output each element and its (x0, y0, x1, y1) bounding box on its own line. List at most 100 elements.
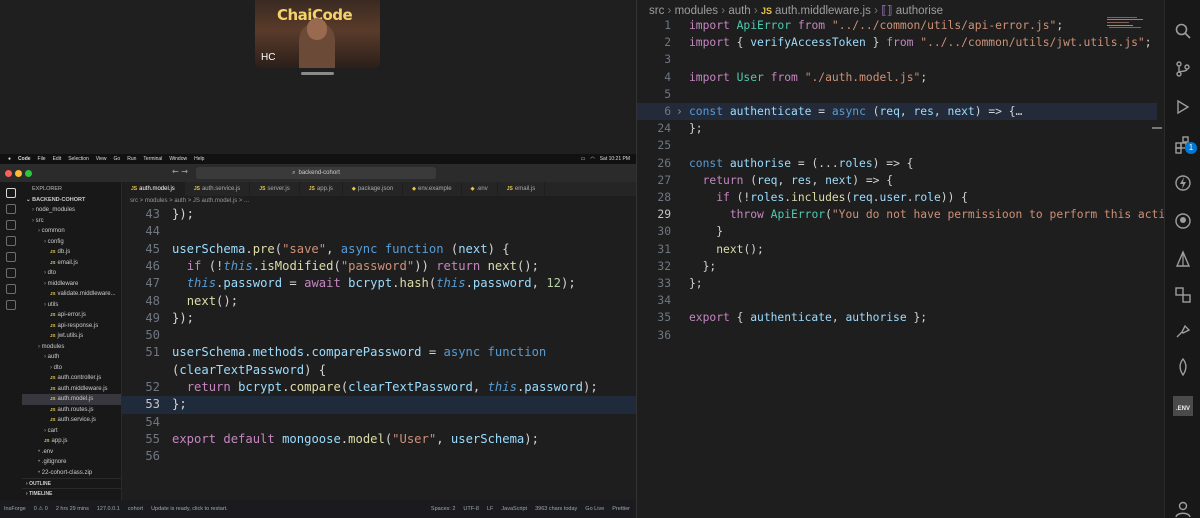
code-line[interactable]: 56 (122, 448, 636, 465)
tree-item[interactable]: JS auth.middleware.js (22, 384, 121, 395)
code-line[interactable]: 31 next(); (637, 241, 1157, 258)
status-prettier[interactable]: Prettier (612, 506, 630, 512)
code-line[interactable]: 24}; (637, 120, 1157, 137)
left-breadcrumb[interactable]: src > modules > auth > JS auth.model.js … (122, 196, 636, 206)
code-line[interactable]: (clearTextPassword) { (122, 362, 636, 379)
tree-item[interactable]: JS auth.routes.js (22, 405, 121, 416)
code-line[interactable]: 27 return (req, res, next) => { (637, 172, 1157, 189)
code-line[interactable]: 55 export default mongoose.model("User", … (122, 431, 636, 448)
tree-item[interactable]: › cart (22, 426, 121, 437)
env-icon[interactable]: .ENV (1173, 396, 1193, 416)
tree-item[interactable]: JS auth.controller.js (22, 373, 121, 384)
code-line[interactable]: 35 export { authenticate, authorise }; (637, 309, 1157, 326)
explorer-icon[interactable] (6, 188, 16, 198)
clock[interactable]: Sat 10:21 PM (600, 156, 630, 162)
menu-file[interactable]: File (38, 156, 46, 162)
editor-tab[interactable]: ◆ package.json (343, 182, 404, 196)
code-line[interactable]: 5 (637, 86, 1157, 103)
code-line[interactable]: 3 (637, 51, 1157, 68)
tree-item[interactable]: › dto (22, 268, 121, 279)
tree-item[interactable]: JS validate.middleware... (22, 289, 121, 300)
remote-explorer-icon[interactable] (1174, 286, 1192, 304)
code-line[interactable]: 53}; (122, 396, 636, 414)
code-line[interactable]: 4 import User from "./auth.model.js"; (637, 69, 1157, 86)
code-line[interactable]: 29 throw ApiError("You do not have permi… (637, 206, 1199, 223)
tree-item[interactable]: • 22-cohort-class.zip (22, 468, 121, 479)
source-control-icon[interactable] (6, 220, 16, 230)
menu-go[interactable]: Go (114, 156, 121, 162)
tree-item[interactable]: JS app.js (22, 436, 121, 447)
tree-item[interactable]: JS auth.service.js (22, 415, 121, 426)
docker-icon[interactable] (6, 284, 16, 294)
code-line[interactable]: 43}); (122, 206, 636, 223)
code-line[interactable]: 2 import { verifyAccessToken } from "../.… (637, 34, 1157, 51)
wifi-icon[interactable]: ◠ (590, 156, 594, 162)
code-line[interactable]: 34 (637, 292, 1157, 309)
status-language[interactable]: JavaScript (501, 506, 527, 512)
thunder-client-icon[interactable] (1174, 174, 1192, 192)
menu-help[interactable]: Help (194, 156, 204, 162)
close-window-button[interactable] (5, 169, 12, 177)
account-icon[interactable] (1174, 500, 1192, 518)
tree-item[interactable]: › dto (22, 363, 121, 374)
left-code-editor[interactable]: 43}); 44 45 userSchema.pre("save", async fu… (122, 206, 636, 500)
tree-item[interactable]: JS email.js (22, 258, 121, 269)
code-line[interactable]: 28 if (!roles.includes(req.user.role)) { (637, 189, 1157, 206)
tree-item[interactable]: › src (22, 216, 121, 227)
source-control-icon[interactable] (1174, 60, 1192, 78)
code-line[interactable]: 6 › const authenticate = async (req, res, … (637, 103, 1157, 121)
editor-tab[interactable]: ◆ env.example (403, 182, 462, 196)
tree-item[interactable]: • .gitignore (22, 457, 121, 468)
status-branch[interactable]: InsForge (4, 506, 26, 512)
tree-item[interactable]: JS api-response.js (22, 321, 121, 332)
editor-tab[interactable]: JS auth.service.js (185, 182, 251, 196)
explorer-root-folder[interactable]: ⌄ BACKEND-COHORT (22, 196, 121, 205)
tree-item[interactable]: › node_modules (22, 205, 121, 216)
minimize-window-button[interactable] (15, 169, 22, 177)
status-golive[interactable]: Go Live (585, 506, 604, 512)
command-center-search[interactable]: ⌕ backend-cohort (196, 167, 436, 179)
search-icon[interactable] (1174, 22, 1192, 40)
database-icon[interactable] (6, 268, 16, 278)
outline-section[interactable]: › OUTLINE (22, 478, 122, 488)
status-time[interactable]: 2 hrs 29 mins (56, 506, 89, 512)
deploy-icon[interactable] (1174, 250, 1192, 268)
editor-tab[interactable]: JS server.js (250, 182, 300, 196)
maximize-window-button[interactable] (25, 169, 32, 177)
webcam-handle[interactable] (301, 72, 334, 75)
menu-code[interactable]: Code (18, 156, 31, 162)
timeline-section[interactable]: › TIMELINE (22, 488, 122, 498)
tree-item[interactable]: › modules (22, 342, 121, 353)
extensions-icon[interactable] (6, 252, 16, 262)
code-line[interactable]: 51 userSchema.methods.comparePassword = a… (122, 344, 636, 361)
editor-scrollbar[interactable] (1152, 127, 1162, 129)
tree-item[interactable]: JS jwt.utils.js (22, 331, 121, 342)
code-line[interactable]: 30 } (637, 223, 1157, 240)
code-line[interactable]: 46 if (!this.isModified("password")) ret… (122, 258, 636, 275)
editor-tab[interactable]: ◆ .env (462, 182, 498, 196)
status-problems[interactable]: 0 ⚠ 0 (34, 506, 48, 512)
mongodb-icon[interactable] (6, 300, 16, 310)
code-line[interactable]: 26 const authorise = (...roles) => { (637, 155, 1157, 172)
code-line[interactable]: 44 (122, 223, 636, 240)
status-update[interactable]: Update is ready, click to restart. (151, 506, 228, 512)
code-line[interactable]: 48 next(); (122, 293, 636, 310)
status-chars[interactable]: 3963 chars today (535, 506, 577, 512)
tree-item[interactable]: › utils (22, 300, 121, 311)
menu-run[interactable]: Run (127, 156, 136, 162)
editor-tab[interactable]: JS auth.model.js (122, 182, 185, 196)
menu-edit[interactable]: Edit (53, 156, 62, 162)
menu-selection[interactable]: Selection (68, 156, 89, 162)
code-line[interactable]: 32 }; (637, 258, 1157, 275)
status-spaces[interactable]: Spaces: 2 (431, 506, 455, 512)
postman-icon[interactable] (1174, 322, 1192, 340)
menu-view[interactable]: View (96, 156, 107, 162)
battery-icon[interactable]: ▭ (581, 156, 586, 162)
code-line[interactable]: 36 (637, 327, 1157, 344)
mongodb-icon[interactable] (1174, 358, 1192, 376)
status-eol[interactable]: LF (487, 506, 493, 512)
status-encoding[interactable]: UTF-8 (463, 506, 479, 512)
code-line[interactable]: 1 import ApiError from "../../common/util… (637, 17, 1157, 34)
menu-window[interactable]: Window (169, 156, 187, 162)
code-line[interactable]: 52 return bcrypt.compare(clearTextPasswo… (122, 379, 636, 396)
